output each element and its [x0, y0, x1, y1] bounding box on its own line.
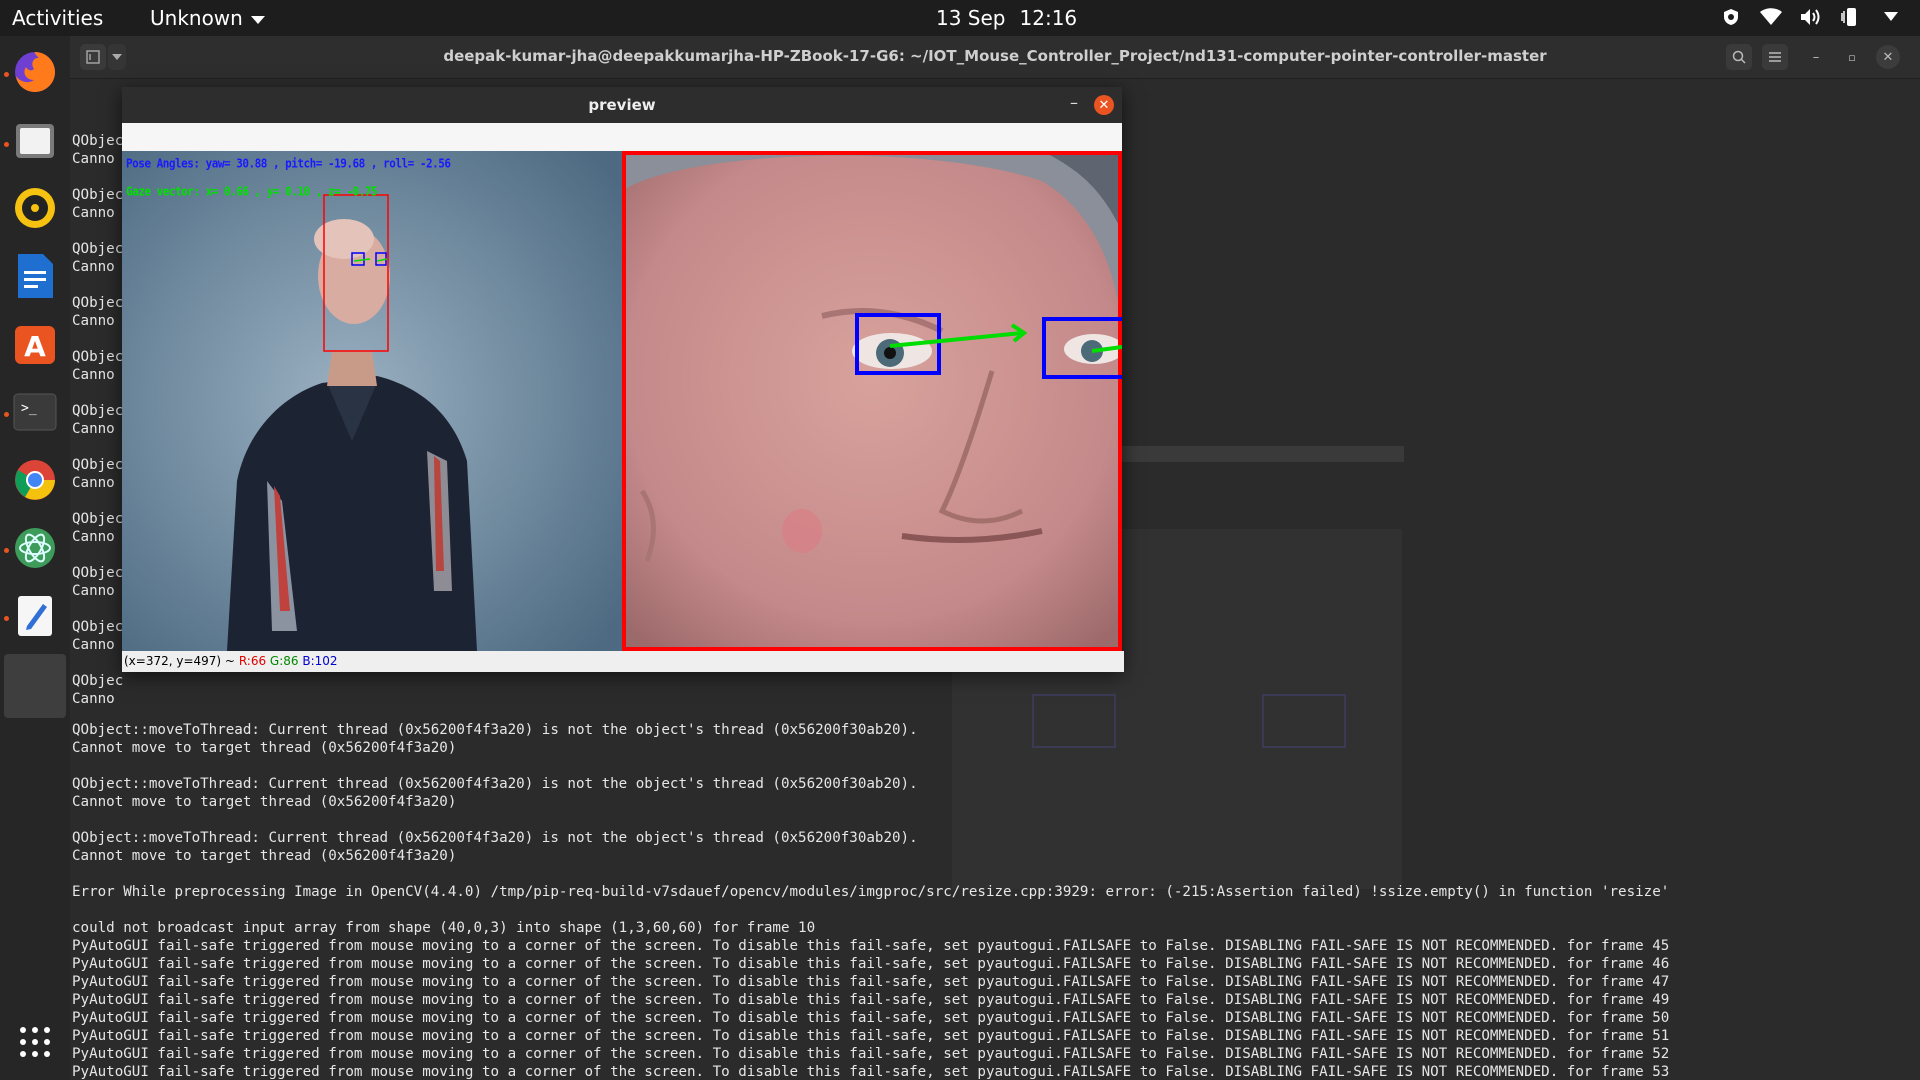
pose-angles-text: Pose Angles: yaw= 30.88 , pitch= -19.68 …: [126, 156, 451, 171]
terminal-line: PyAutoGUI fail-safe triggered from mouse…: [72, 938, 1670, 954]
pixel-b: B:102: [302, 654, 338, 668]
hamburger-menu-icon[interactable]: [1762, 44, 1788, 70]
firefox-icon[interactable]: [9, 46, 61, 98]
svg-text:A: A: [24, 330, 46, 363]
close-button[interactable]: ✕: [1876, 45, 1900, 69]
time-label: 12:16: [1019, 6, 1078, 30]
terminal-line-fragment: QObjec: [72, 565, 124, 581]
date-label: 13 Sep: [936, 6, 1006, 30]
terminal-output: QObject::moveToThread: Current thread (0…: [72, 721, 1918, 1079]
rhythmbox-icon[interactable]: [9, 182, 61, 234]
terminal-line: PyAutoGUI fail-safe triggered from mouse…: [72, 1046, 1670, 1062]
detection-overlay: [323, 194, 389, 352]
atom-icon[interactable]: [9, 522, 61, 574]
minimize-button[interactable]: –: [1804, 45, 1828, 69]
terminal-line: QObject::moveToThread: Current thread (0…: [72, 830, 918, 846]
search-icon[interactable]: [1726, 44, 1752, 70]
terminal-line: Cannot move to target thread (0x56200f4f…: [72, 848, 457, 864]
terminal-line-fragment: QObjec: [72, 511, 124, 527]
terminal-line-fragment: Canno: [72, 529, 115, 545]
wifi-icon[interactable]: [1760, 6, 1782, 28]
minimize-button[interactable]: –: [1070, 93, 1078, 112]
pixel-g: G:86: [269, 654, 299, 668]
chrome-icon[interactable]: [9, 454, 61, 506]
preview-titlebar[interactable]: preview – ✕: [122, 87, 1122, 123]
terminal-line-fragment: QObjec: [72, 187, 124, 203]
files-icon[interactable]: [9, 114, 61, 166]
terminal-line: PyAutoGUI fail-safe triggered from mouse…: [72, 1010, 1670, 1026]
text-editor-icon[interactable]: [9, 590, 61, 642]
top-bar: Activities Unknown 13 Sep 12:16: [0, 0, 1920, 36]
terminal-line: Error While preprocessing Image in OpenC…: [72, 884, 1670, 900]
terminal-line: could not broadcast input array from sha…: [72, 920, 816, 936]
svg-text:>_: >_: [21, 401, 37, 416]
clock[interactable]: 13 Sep 12:16: [936, 6, 1091, 30]
dock: A >_: [0, 36, 70, 1080]
preview-statusbar: (x=372, y=497) ~ R:66 G:86 B:102: [122, 651, 1124, 672]
app-menu-label: Unknown: [150, 6, 243, 30]
terminal-line-fragment: Canno: [72, 421, 115, 437]
battery-phone-icon[interactable]: [1840, 6, 1862, 28]
terminal-line-fragment: QObjec: [72, 295, 124, 311]
terminal-line-fragment: QObjec: [72, 403, 124, 419]
full-frame-panel: Pose Angles: yaw= 30.88 , pitch= -19.68 …: [122, 151, 622, 651]
terminal-line-fragment: Canno: [72, 583, 115, 599]
terminal-line-fragment: QObjec: [72, 133, 124, 149]
terminal-line-fragment: QObjec: [72, 673, 124, 689]
terminal-line: PyAutoGUI fail-safe triggered from mouse…: [72, 956, 1670, 972]
terminal-line: Cannot move to target thread (0x56200f4f…: [72, 740, 457, 756]
terminal-line-fragment: Canno: [72, 259, 115, 275]
volume-icon[interactable]: [1800, 6, 1822, 28]
terminal-header: deepak-kumar-jha@deepakkumarjha-HP-ZBook…: [70, 36, 1920, 79]
terminal-line-fragment: Canno: [72, 367, 115, 383]
terminal-line: PyAutoGUI fail-safe triggered from mouse…: [72, 1028, 1670, 1044]
shield-icon[interactable]: [1720, 6, 1742, 28]
writer-icon[interactable]: [9, 250, 61, 302]
terminal-line: Cannot move to target thread (0x56200f4f…: [72, 794, 457, 810]
terminal-line-fragment: Canno: [72, 637, 115, 653]
preview-window[interactable]: preview – ✕ Pose Angles: yaw= 30.88 , pi…: [122, 87, 1124, 672]
activities-button[interactable]: Activities: [12, 6, 103, 30]
terminal-line: PyAutoGUI fail-safe triggered from mouse…: [72, 992, 1670, 1008]
terminal-line-fragment: QObjec: [72, 241, 124, 257]
terminal-left-fragments: QObjec Canno QObjec Canno QObjec Canno QObjec C…: [72, 132, 123, 726]
terminal-line-fragment: Canno: [72, 205, 115, 221]
terminal-icon[interactable]: >_: [9, 386, 61, 438]
face-crop-panel: [622, 151, 1122, 651]
grid-icon[interactable]: [9, 1016, 61, 1068]
terminal-line: QObject::moveToThread: Current thread (0…: [72, 722, 918, 738]
preview-image[interactable]: Pose Angles: yaw= 30.88 , pitch= -19.68 …: [122, 151, 1122, 651]
terminal-line-fragment: Canno: [72, 475, 115, 491]
terminal-line-fragment: Canno: [72, 151, 115, 167]
terminal-line: PyAutoGUI fail-safe triggered from mouse…: [72, 974, 1670, 990]
pixel-r: R:66: [238, 654, 267, 668]
software-icon[interactable]: A: [9, 318, 61, 370]
active-window-icon[interactable]: [4, 654, 66, 718]
terminal-title: deepak-kumar-jha@deepakkumarjha-HP-ZBook…: [443, 47, 1547, 65]
face-detection-overlay: [622, 151, 1122, 651]
gaze-vector-text: Gaze vector: x= 0.66 , y= 0.10 , z= -0.7…: [126, 184, 378, 199]
pixel-coords: (x=372, y=497) ~: [124, 654, 235, 668]
terminal-line: PyAutoGUI fail-safe triggered from mouse…: [72, 1064, 1670, 1079]
terminal-line-fragment: QObjec: [72, 457, 124, 473]
chevron-down-icon: [250, 15, 265, 24]
chevron-down-icon[interactable]: [1880, 6, 1902, 28]
preview-toolbar: [122, 123, 1122, 151]
terminal-line-fragment: Canno: [72, 313, 115, 329]
terminal-line-fragment: QObjec: [72, 349, 124, 365]
system-tray[interactable]: [1720, 6, 1902, 28]
terminal-line-fragment: QObjec: [72, 619, 124, 635]
preview-title: preview: [588, 96, 656, 114]
close-button[interactable]: ✕: [1094, 95, 1114, 115]
maximize-button[interactable]: ▫: [1840, 45, 1864, 69]
app-menu[interactable]: Unknown: [150, 6, 265, 30]
terminal-line: QObject::moveToThread: Current thread (0…: [72, 776, 918, 792]
